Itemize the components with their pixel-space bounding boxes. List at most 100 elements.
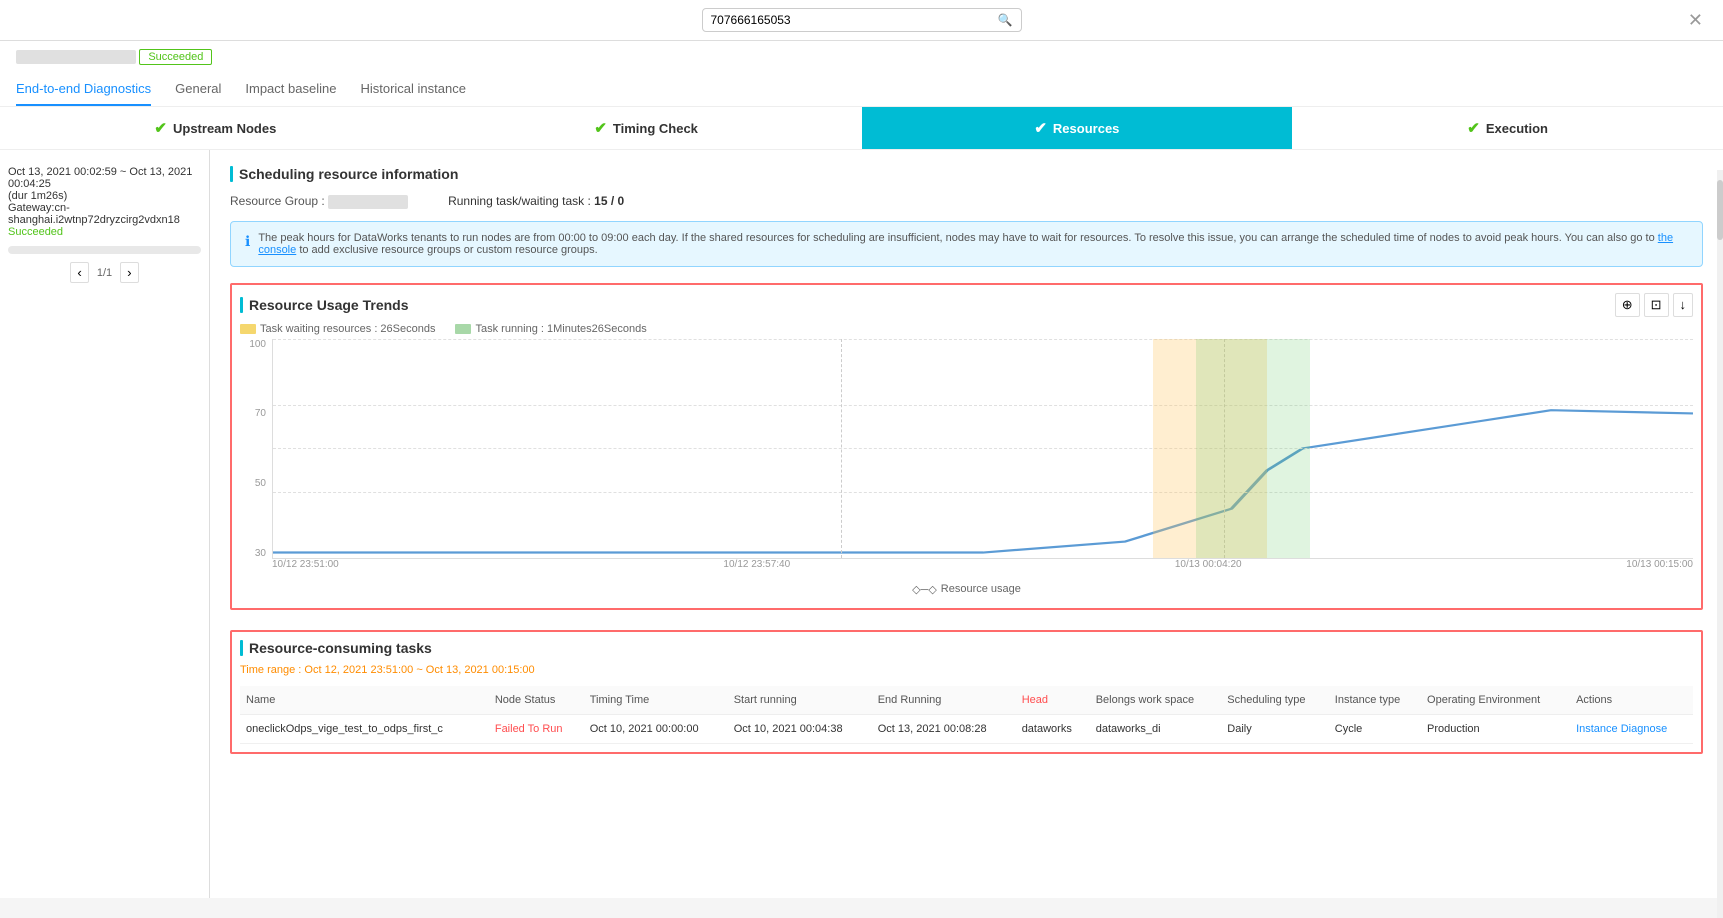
y-label-50: 50: [255, 478, 266, 489]
x-label-3: 10/13 00:15:00: [1626, 559, 1693, 579]
grid-line-70: [273, 405, 1693, 406]
chart-y-axis: 100 70 50 30: [240, 339, 270, 559]
tab-end-to-end[interactable]: End-to-end Diagnostics: [16, 73, 151, 106]
col-sched-type: Scheduling type: [1221, 686, 1329, 715]
cell-name: oneclickOdps_vige_test_to_odps_first_c: [240, 714, 489, 743]
top-bar: 🔍 ✕: [0, 0, 1723, 41]
x-label-1: 10/12 23:57:40: [723, 559, 790, 579]
scroll-thumb[interactable]: [1717, 180, 1723, 240]
chart-action-zoom[interactable]: ⊡: [1644, 293, 1669, 317]
cell-status: Failed To Run: [489, 714, 584, 743]
tab-general[interactable]: General: [175, 73, 221, 106]
info-text: The peak hours for DataWorks tenants to …: [258, 232, 1688, 256]
sidebar-prev-button[interactable]: ‹: [70, 262, 88, 283]
chart-section: Resource Usage Trends ⊕ ⊡ ↓ Task waiting…: [230, 283, 1703, 610]
chart-action-crosshair[interactable]: ⊕: [1615, 293, 1640, 317]
col-head: Head: [1016, 686, 1090, 715]
time-range: Time range : Oct 12, 2021 23:51:00 ~ Oct…: [240, 664, 1693, 676]
sidebar-status: Succeeded: [8, 226, 201, 238]
y-label-30: 30: [255, 548, 266, 559]
cell-start: Oct 10, 2021 00:04:38: [728, 714, 872, 743]
wizard-label-resources: Resources: [1053, 121, 1119, 136]
check-icon-4: ✔: [1467, 119, 1480, 137]
legend-running-color: [455, 324, 471, 334]
check-icon-2: ✔: [594, 119, 607, 137]
chart-actions: ⊕ ⊡ ↓: [1615, 293, 1693, 317]
sidebar-date-range: Oct 13, 2021 00:02:59 ~ Oct 13, 2021 00:…: [8, 166, 201, 190]
y-label-100: 100: [249, 339, 266, 350]
wizard-step-resources[interactable]: ✔ Resources: [862, 107, 1293, 149]
grid-line-100: [273, 339, 1693, 340]
col-start: Start running: [728, 686, 872, 715]
cell-end: Oct 13, 2021 00:08:28: [872, 714, 1016, 743]
chart-action-download[interactable]: ↓: [1673, 293, 1694, 317]
search-input[interactable]: [711, 13, 998, 27]
info-icon: ℹ: [245, 233, 250, 256]
grid-line-50: [273, 448, 1693, 449]
header-section: Succeeded End-to-end Diagnostics General…: [0, 41, 1723, 107]
resource-consuming-title: Resource-consuming tasks: [240, 640, 1693, 656]
wizard-label-execution: Execution: [1486, 121, 1548, 136]
highlight-green: [1196, 339, 1310, 558]
col-end: End Running: [872, 686, 1016, 715]
chart-container: 100 70 50 30: [232, 339, 1701, 579]
sidebar-next-button[interactable]: ›: [120, 262, 138, 283]
search-icon: 🔍: [998, 13, 1013, 27]
chart-title: Resource Usage Trends: [240, 297, 409, 313]
cell-op-env: Production: [1421, 714, 1570, 743]
chart-x-labels: 10/12 23:51:00 10/12 23:57:40 10/13 00:0…: [272, 559, 1693, 579]
status-badge: Succeeded: [139, 49, 212, 65]
col-timing: Timing Time: [584, 686, 728, 715]
wizard-step-execution[interactable]: ✔ Execution: [1292, 107, 1723, 149]
y-label-70: 70: [255, 408, 266, 419]
content-area: Scheduling resource information Resource…: [210, 150, 1723, 898]
x-label-0: 10/12 23:51:00: [272, 559, 339, 579]
cell-workspace: dataworks_di: [1090, 714, 1222, 743]
vline-1: [841, 339, 842, 558]
table-header: Name Node Status Timing Time Start runni…: [240, 686, 1693, 715]
cell-action[interactable]: Instance Diagnose: [1570, 714, 1693, 743]
legend-waiting: Task waiting resources : 26Seconds: [240, 323, 435, 335]
resource-table: Name Node Status Timing Time Start runni…: [240, 686, 1693, 744]
cell-sched-type: Daily: [1221, 714, 1329, 743]
diamond-icon: ◇─◇: [912, 583, 937, 596]
col-inst-type: Instance type: [1329, 686, 1421, 715]
close-button[interactable]: ✕: [1688, 10, 1703, 31]
resource-group-label: Resource Group :: [230, 194, 325, 208]
sidebar-item[interactable]: Oct 13, 2021 00:02:59 ~ Oct 13, 2021 00:…: [8, 162, 201, 242]
sidebar-gateway: Gateway:cn-shanghai.i2wtnp72dryzcirg2vdx…: [8, 202, 201, 226]
col-status: Node Status: [489, 686, 584, 715]
tabs-bar: End-to-end Diagnostics General Impact ba…: [16, 73, 1707, 106]
resource-group-value: [328, 195, 408, 209]
sidebar: Oct 13, 2021 00:02:59 ~ Oct 13, 2021 00:…: [0, 150, 210, 898]
cell-timing: Oct 10, 2021 00:00:00: [584, 714, 728, 743]
chart-legend: Task waiting resources : 26Seconds Task …: [232, 323, 1701, 335]
wizard-step-upstream[interactable]: ✔ Upstream Nodes: [0, 107, 431, 149]
check-icon: ✔: [154, 119, 167, 137]
col-name: Name: [240, 686, 489, 715]
col-workspace: Belongs work space: [1090, 686, 1222, 715]
search-box[interactable]: 🔍: [702, 8, 1022, 32]
tab-historical[interactable]: Historical instance: [360, 73, 466, 106]
wizard-bar: ✔ Upstream Nodes ✔ Timing Check ✔ Resour…: [0, 107, 1723, 150]
resource-consuming-section: Resource-consuming tasks Time range : Oc…: [230, 630, 1703, 754]
sidebar-scrollbar[interactable]: [8, 246, 201, 254]
scheduling-title: Scheduling resource information: [230, 166, 1703, 182]
wizard-step-timing[interactable]: ✔ Timing Check: [431, 107, 862, 149]
tab-impact[interactable]: Impact baseline: [245, 73, 336, 106]
chart-header: Resource Usage Trends ⊕ ⊡ ↓: [232, 293, 1701, 317]
legend-running: Task running : 1Minutes26Seconds: [455, 323, 646, 335]
grid-line-30: [273, 492, 1693, 493]
running-task-label: Running task/waiting task :: [448, 194, 591, 208]
cell-inst-type: Cycle: [1329, 714, 1421, 743]
table-row: oneclickOdps_vige_test_to_odps_first_c F…: [240, 714, 1693, 743]
legend-waiting-color: [240, 324, 256, 334]
chart-bottom-label: ◇─◇ Resource usage: [232, 579, 1701, 600]
check-icon-3: ✔: [1034, 119, 1047, 137]
x-label-2: 10/13 00:04:20: [1175, 559, 1242, 579]
resource-group-row: Resource Group : Running task/waiting ta…: [230, 194, 1703, 209]
scroll-bar-right[interactable]: [1717, 170, 1723, 918]
legend-waiting-label: Task waiting resources : 26Seconds: [260, 323, 435, 335]
cell-head: dataworks: [1016, 714, 1090, 743]
legend-running-label: Task running : 1Minutes26Seconds: [475, 323, 646, 335]
